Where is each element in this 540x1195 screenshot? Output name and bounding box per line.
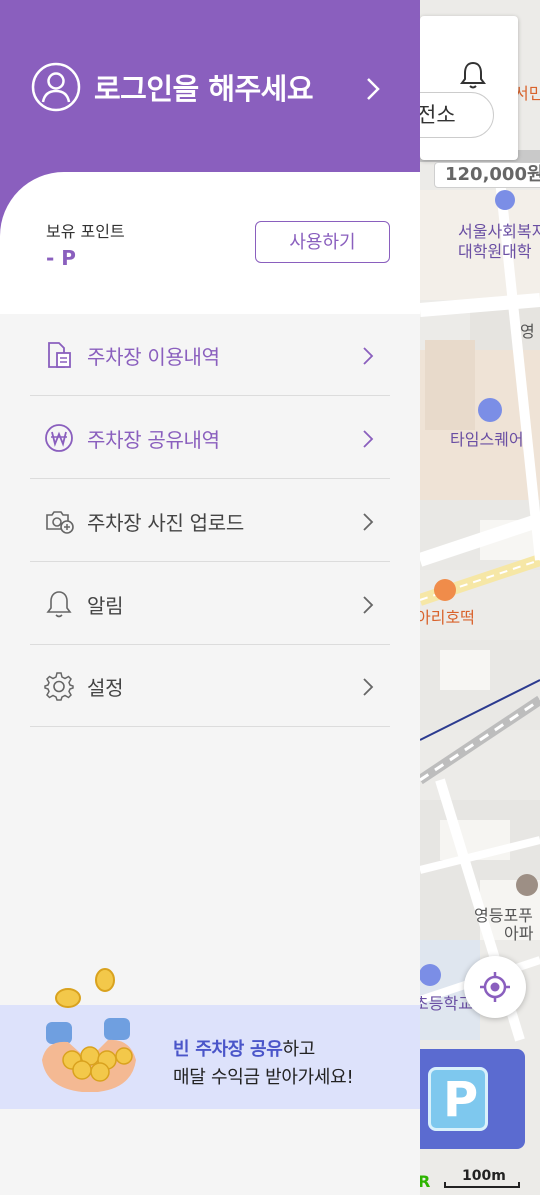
chevron-right-icon [363, 596, 374, 614]
parking-icon: P [428, 1067, 488, 1131]
user-avatar-icon [31, 62, 81, 112]
chevron-right-icon [363, 347, 374, 365]
map-label-yeong: 영 [520, 322, 535, 341]
menu-item-label: 설정 [87, 676, 124, 700]
current-location-button[interactable] [464, 956, 526, 1018]
banner-line1-rest: 하고 [282, 1039, 316, 1060]
side-drawer: 로그인을 해주세요 보유 포인트 - P 사용하기 주차장 이용내역 주차장 공… [0, 0, 420, 1195]
won-icon [45, 424, 73, 452]
menu-item-parking-history[interactable]: 주차장 이용내역 [30, 314, 390, 396]
banner-text[interactable]: 빈 주차장 공유하고 매달 수익금 받아가세요! [173, 1036, 354, 1092]
login-prompt[interactable]: 로그인을 해주세요 [94, 66, 314, 108]
map-label-restaurant: 아리호떡 [416, 608, 475, 627]
drawer-header[interactable]: 로그인을 해주세요 [0, 0, 420, 172]
points-value: - P [46, 246, 76, 270]
chevron-right-icon [363, 513, 374, 531]
points-label: 보유 포인트 [46, 222, 125, 241]
menu-item-photo-upload[interactable]: 주차장 사진 업로드 [30, 480, 390, 562]
bell-icon [46, 591, 72, 618]
use-points-button[interactable]: 사용하기 [255, 221, 390, 263]
menu-item-label: 주차장 사진 업로드 [87, 511, 244, 535]
notification-card[interactable] [420, 16, 518, 160]
banner-highlight: 빈 주차장 공유 [173, 1039, 283, 1060]
parking-search-button[interactable]: P [410, 1049, 525, 1149]
chevron-right-icon [363, 678, 374, 696]
map-scale-bar [444, 1182, 520, 1188]
parking-price-tag[interactable]: 120,000원 [434, 162, 540, 188]
menu-item-share-history[interactable]: 주차장 공유내역 [30, 397, 390, 479]
map-label-apartment-2: 아파 [504, 924, 534, 943]
menu-item-label: 주차장 이용내역 [87, 345, 220, 369]
document-icon [48, 342, 71, 368]
coins-hands-illustration [42, 968, 136, 1092]
crosshair-icon [480, 972, 510, 1002]
chevron-right-icon[interactable] [364, 76, 382, 102]
menu-item-settings[interactable]: 설정 [30, 645, 390, 727]
menu-item-label: 주차장 공유내역 [87, 428, 220, 452]
menu-item-label: 알림 [87, 594, 124, 618]
banner-line2: 매달 수익금 받아가세요! [173, 1067, 354, 1088]
bell-icon[interactable] [460, 60, 486, 90]
camera-icon [46, 511, 74, 534]
menu-item-notifications[interactable]: 알림 [30, 563, 390, 645]
map-label-times-square: 타임스퀘어 [450, 430, 524, 449]
map-label-welfare-2: 대학원대학 [458, 242, 532, 261]
gear-icon [44, 672, 74, 701]
chevron-right-icon [363, 430, 374, 448]
